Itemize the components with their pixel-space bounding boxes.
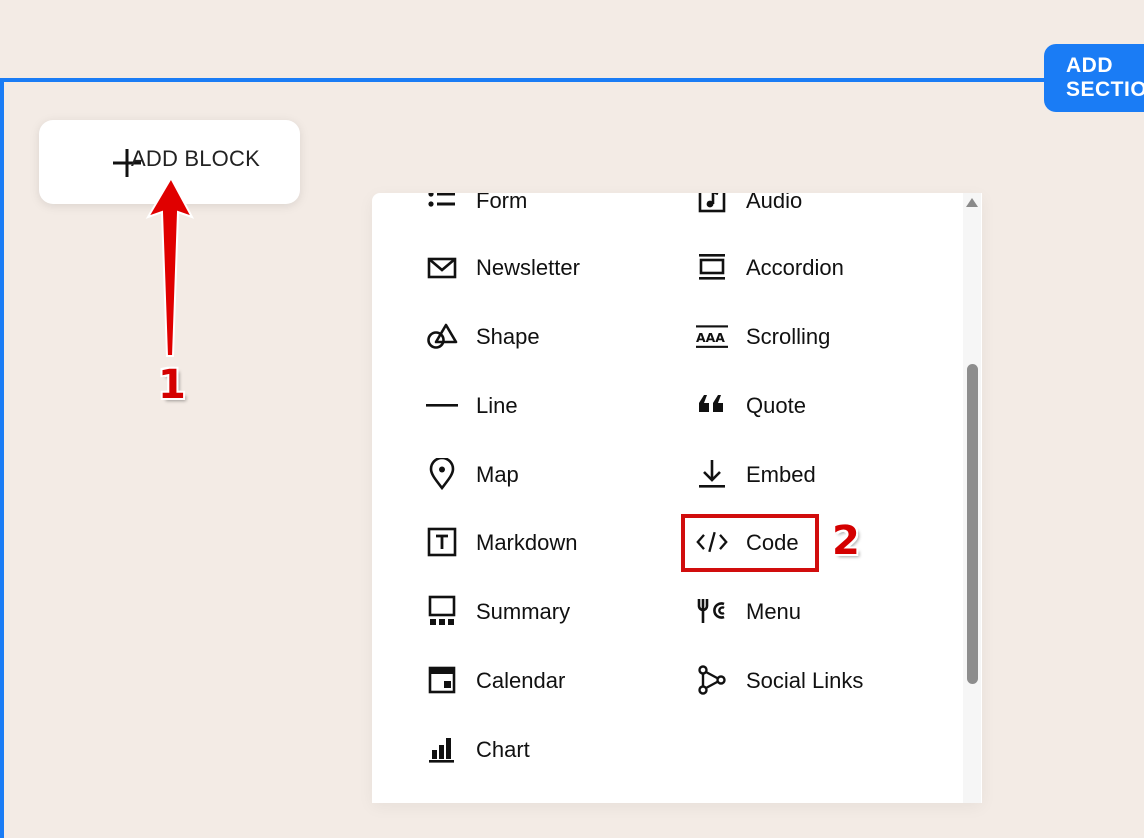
block-item-label: Social Links <box>746 668 864 693</box>
block-picker-panel: Form Newsletter Shape Line Map Markdown … <box>372 193 982 803</box>
code-highlight-box <box>681 514 819 572</box>
quote-icon <box>699 395 723 412</box>
scrolling-icon: AAA <box>696 325 728 348</box>
block-item-label: Chart <box>476 737 530 762</box>
newsletter-icon <box>427 257 457 279</box>
embed-icon <box>699 460 725 488</box>
annotation-step-1: 1 <box>158 362 186 408</box>
line-icon <box>426 404 458 407</box>
audio-icon <box>698 193 726 213</box>
calendar-icon <box>428 666 456 694</box>
add-block-label: ADD BLOCK <box>131 146 260 171</box>
block-item-label: Line <box>476 393 518 418</box>
block-item-label: Summary <box>476 599 571 624</box>
scrollbar-thumb[interactable] <box>967 364 978 684</box>
block-item-label: Accordion <box>746 255 844 280</box>
annotation-arrow <box>145 175 195 357</box>
annotation-step-2: 2 <box>832 518 860 564</box>
scroll-up-arrow-icon[interactable] <box>966 198 978 207</box>
chart-icon <box>429 738 454 763</box>
social-links-icon <box>698 665 726 695</box>
block-item-label: Map <box>476 462 519 487</box>
map-pin-icon <box>429 458 455 490</box>
shape-icon <box>427 323 458 349</box>
add-section-label: ADD SECTION <box>1066 54 1144 101</box>
menu-icon <box>697 599 725 623</box>
form-icon <box>428 193 455 207</box>
summary-icon <box>428 595 456 625</box>
block-item-label: Newsletter <box>476 255 580 280</box>
block-item-label: Shape <box>476 324 540 349</box>
block-item-label: Markdown <box>476 530 578 555</box>
block-item-label: Menu <box>746 599 802 624</box>
block-item-label: Calendar <box>476 668 566 693</box>
block-item-label: Form <box>476 193 528 213</box>
block-item-label: Scrolling <box>746 324 831 349</box>
block-item-label: Embed <box>746 462 816 487</box>
block-item-label: Quote <box>746 393 806 418</box>
add-section-button[interactable]: ADD SECTION <box>1044 44 1144 112</box>
block-item-label: Audio <box>746 193 803 213</box>
markdown-icon <box>427 527 457 557</box>
accordion-icon <box>699 254 725 280</box>
svg-text:AAA: AAA <box>696 330 725 345</box>
